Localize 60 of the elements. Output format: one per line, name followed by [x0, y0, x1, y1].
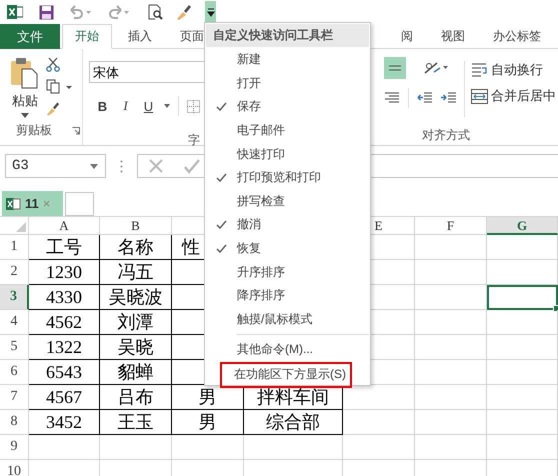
table-cell: 4567 — [29, 385, 100, 410]
table-cell: 6543 — [29, 360, 100, 385]
column-header[interactable]: B — [100, 217, 172, 235]
ribbon-tab[interactable]: 阅 — [400, 24, 425, 49]
merge-center-button[interactable]: 合并后居中 — [471, 87, 556, 105]
ribbon-tab[interactable]: 插入 — [116, 24, 164, 49]
menu-item[interactable]: 降序排序 — [206, 284, 369, 308]
menu-item[interactable]: 升序排序 — [206, 260, 369, 284]
file-tab[interactable]: 文件 — [0, 24, 60, 49]
menu-item[interactable]: 保存 — [206, 95, 369, 119]
paste-button[interactable]: 粘贴 — [10, 57, 40, 122]
row-header[interactable]: 4 — [0, 310, 29, 335]
bold-button[interactable]: B — [95, 98, 110, 114]
italic-button[interactable]: I — [118, 98, 133, 114]
table-cell: 综合部 — [244, 410, 343, 435]
column-header[interactable]: A — [29, 217, 100, 235]
row-header[interactable]: 9 — [0, 435, 29, 460]
table-cell: 1322 — [29, 335, 100, 360]
menu-item[interactable]: 打印预览和打印 — [206, 166, 369, 190]
row-header[interactable]: 7 — [0, 385, 29, 410]
ribbon-tab[interactable]: 开始 — [62, 24, 112, 49]
table-cell: 吴晓 — [100, 335, 172, 360]
group-label: 对齐方式 — [421, 127, 471, 144]
menu-item[interactable]: 新建 — [206, 48, 369, 72]
ribbon-tab[interactable]: 视图 — [429, 24, 477, 49]
table-cell: 4562 — [29, 310, 100, 335]
wrap-text-button[interactable]: 自动换行 — [471, 61, 556, 79]
menu-item[interactable]: 快速打印 — [206, 142, 369, 166]
table-cell: 1230 — [29, 260, 100, 285]
table-cell: 男 — [172, 410, 244, 435]
row-header[interactable]: 1 — [0, 235, 29, 260]
table-cell: 冯五 — [100, 260, 172, 285]
row-header[interactable]: 5 — [0, 335, 29, 360]
menu-item[interactable]: 拼写检查 — [206, 190, 369, 214]
menu-title: 自定义快速访问工具栏 — [206, 24, 369, 47]
menu-item[interactable]: 打开 — [206, 72, 369, 96]
row-header[interactable]: 8 — [0, 410, 29, 435]
table-cell: 4330 — [29, 285, 100, 310]
menu-item[interactable]: 触摸/鼠标模式 — [206, 308, 369, 332]
table-cell: 王玉 — [100, 410, 172, 435]
table-cell: 名称 — [100, 235, 172, 260]
column-header[interactable]: G — [487, 217, 558, 235]
group-label: 剪贴板 — [16, 122, 52, 139]
row-header[interactable]: 6 — [0, 360, 29, 385]
table-cell: 貂蝉 — [100, 360, 172, 385]
menu-item[interactable]: 电子邮件 — [206, 118, 369, 142]
group-label: 字 — [188, 132, 201, 149]
table-cell: 工号 — [29, 235, 100, 260]
table-cell: 3452 — [29, 410, 100, 435]
row-header[interactable]: 10 — [0, 460, 29, 476]
ribbon-tab[interactable]: 办公标签 — [481, 24, 553, 49]
table-cell: 吴晓波 — [100, 285, 172, 310]
row-header[interactable]: 3 — [0, 285, 29, 310]
table-cell: 吕布 — [100, 385, 172, 410]
underline-button[interactable]: U — [141, 98, 156, 114]
workbook-tab[interactable]: 11 × — [2, 191, 63, 216]
table-cell: 刘潭 — [100, 310, 172, 335]
name-box[interactable]: G3 — [5, 154, 106, 178]
menu-item[interactable]: 其他命令(M)... — [206, 338, 369, 362]
menu-item[interactable]: 在功能区下方显示(S) — [220, 362, 352, 388]
